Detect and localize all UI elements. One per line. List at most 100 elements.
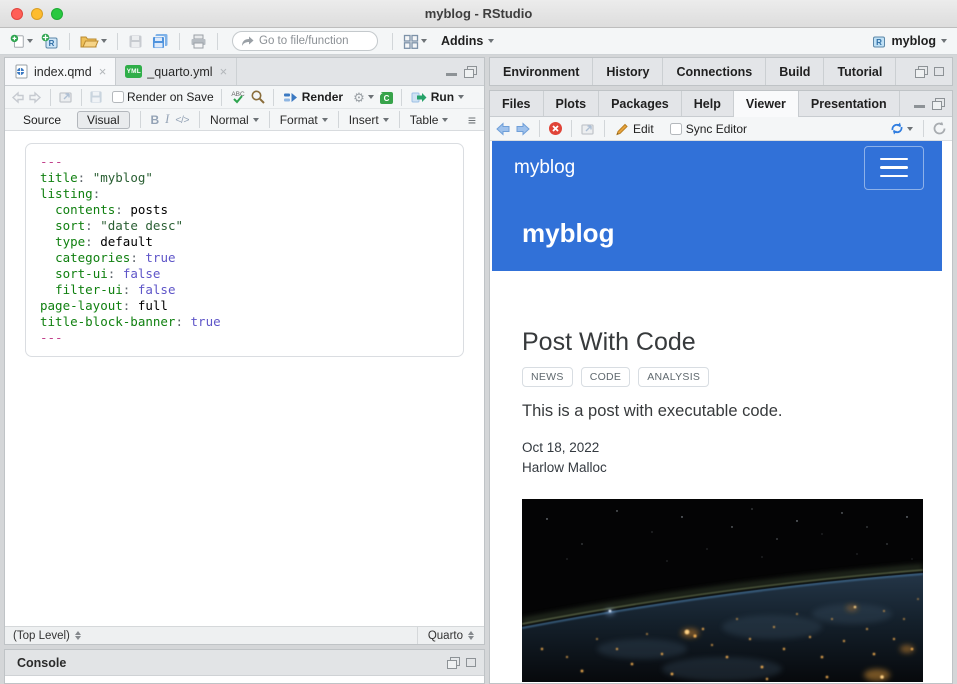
insert-dropdown[interactable]: Insert [349, 113, 389, 127]
separator [539, 120, 540, 137]
save-icon[interactable] [89, 90, 103, 104]
render-button[interactable]: Render [281, 89, 345, 105]
project-menu-button[interactable]: R myblog [871, 34, 947, 49]
gear-icon[interactable]: ⚙ [353, 91, 365, 104]
new-file-button[interactable] [8, 33, 35, 50]
tab-history[interactable]: History [593, 58, 663, 85]
tab-environment[interactable]: Environment [490, 58, 593, 85]
render-label: Render [302, 90, 343, 104]
sync-editor-checkbox[interactable] [670, 123, 682, 135]
yaml-metadata-block[interactable]: ---title: "myblog"listing: contents: pos… [25, 143, 464, 357]
code-button[interactable]: </> [175, 114, 189, 126]
hamburger-bar [880, 175, 908, 178]
forward-icon[interactable] [28, 91, 43, 104]
source-mode-button[interactable]: Source [13, 112, 71, 128]
minimize-pane-icon[interactable] [914, 105, 925, 108]
edit-button[interactable]: Edit [613, 121, 656, 137]
run-caret-icon[interactable] [458, 95, 464, 99]
close-icon[interactable]: × [220, 65, 228, 78]
restore-pane-icon[interactable] [464, 66, 476, 77]
refresh-icon[interactable] [932, 121, 947, 136]
quarto-doc-icon [14, 64, 29, 79]
tab-files[interactable]: Files [490, 91, 544, 116]
goto-file-search[interactable] [232, 31, 378, 51]
tab-build[interactable]: Build [766, 58, 824, 85]
separator [69, 33, 70, 50]
find-replace-icon[interactable] [250, 89, 266, 105]
tab-plots[interactable]: Plots [544, 91, 600, 116]
print-icon [190, 34, 207, 49]
post-author: Harlow Malloc [522, 460, 912, 475]
tab-connections[interactable]: Connections [663, 58, 766, 85]
maximize-pane-icon[interactable] [934, 67, 944, 76]
post-title-link[interactable]: Post With Code [522, 328, 912, 357]
sync-icon [889, 121, 905, 136]
open-in-new-window-icon[interactable] [58, 90, 74, 104]
print-button[interactable] [188, 33, 209, 50]
open-file-button[interactable] [78, 33, 109, 50]
console-header[interactable]: Console [5, 650, 484, 676]
open-in-new-window-icon[interactable] [580, 122, 596, 136]
render-options-caret-icon[interactable] [368, 95, 374, 99]
console-pane: Console [4, 649, 485, 684]
spellcheck-icon[interactable]: ABC [229, 89, 247, 105]
insert-chunk-icon[interactable]: C [377, 90, 394, 105]
goto-file-input[interactable] [259, 35, 359, 47]
run-button[interactable]: Run [409, 89, 466, 105]
yaml-code[interactable]: ---title: "myblog"listing: contents: pos… [40, 154, 449, 346]
category-badge[interactable]: CODE [581, 367, 631, 387]
restore-pane-icon[interactable] [932, 98, 944, 109]
tab-presentation[interactable]: Presentation [799, 91, 900, 116]
category-badge[interactable]: ANALYSIS [638, 367, 709, 387]
post-thumbnail-earth-image[interactable] [522, 499, 923, 682]
chevron-down-icon [383, 118, 389, 122]
pane-layout-caret-icon[interactable] [421, 39, 427, 43]
save-all-button[interactable] [149, 32, 171, 50]
tab-label: _quarto.yml [147, 65, 212, 79]
minimize-pane-icon[interactable] [446, 73, 457, 76]
visual-mode-button[interactable]: Visual [77, 111, 129, 129]
tab-viewer[interactable]: Viewer [734, 91, 799, 117]
sync-publish-button[interactable] [887, 120, 915, 137]
hamburger-menu-button[interactable] [864, 146, 924, 190]
save-button[interactable] [126, 33, 145, 50]
outline-icon[interactable]: ≡ [468, 112, 476, 128]
bold-button[interactable]: B [151, 113, 160, 127]
paragraph-style-dropdown[interactable]: Normal [210, 113, 259, 127]
render-on-save-checkbox[interactable] [112, 91, 124, 103]
back-icon[interactable] [10, 91, 25, 104]
chevron-down-icon [442, 118, 448, 122]
tab-index-qmd[interactable]: index.qmd × [5, 58, 116, 85]
italic-button[interactable]: I [165, 112, 169, 127]
tab-tutorial[interactable]: Tutorial [824, 58, 896, 85]
forward-icon[interactable] [515, 122, 531, 136]
separator [140, 111, 141, 128]
format-dropdown[interactable]: Format [280, 113, 328, 127]
open-file-caret-icon[interactable] [101, 39, 107, 43]
scope-selector[interactable]: (Top Level) [5, 630, 81, 642]
addins-button[interactable]: Addins [439, 33, 496, 49]
pane-layout-button[interactable] [401, 33, 429, 50]
restore-pane-icon[interactable] [447, 657, 459, 668]
hamburger-bar [880, 158, 908, 161]
sync-caret-icon[interactable] [907, 127, 913, 131]
tab-help[interactable]: Help [682, 91, 734, 116]
new-file-caret-icon[interactable] [27, 39, 33, 43]
pencil-icon [615, 122, 629, 136]
restore-pane-icon[interactable] [915, 66, 927, 77]
rstudio-window: myblog - RStudio R [0, 0, 957, 684]
separator [273, 89, 274, 106]
back-icon[interactable] [495, 122, 511, 136]
new-project-button[interactable]: R [39, 32, 61, 51]
category-badge[interactable]: NEWS [522, 367, 573, 387]
navbar-brand-link[interactable]: myblog [514, 157, 575, 179]
visual-editor[interactable]: ---title: "myblog"listing: contents: pos… [5, 131, 484, 626]
tab-packages[interactable]: Packages [599, 91, 682, 116]
separator [269, 111, 270, 128]
file-type-selector[interactable]: Quarto [417, 627, 484, 644]
maximize-pane-icon[interactable] [466, 658, 476, 667]
close-icon[interactable]: × [99, 65, 107, 78]
table-dropdown[interactable]: Table [410, 113, 449, 127]
stop-icon[interactable] [548, 121, 563, 136]
tab-quarto-yml[interactable]: YML _quarto.yml × [116, 58, 237, 85]
